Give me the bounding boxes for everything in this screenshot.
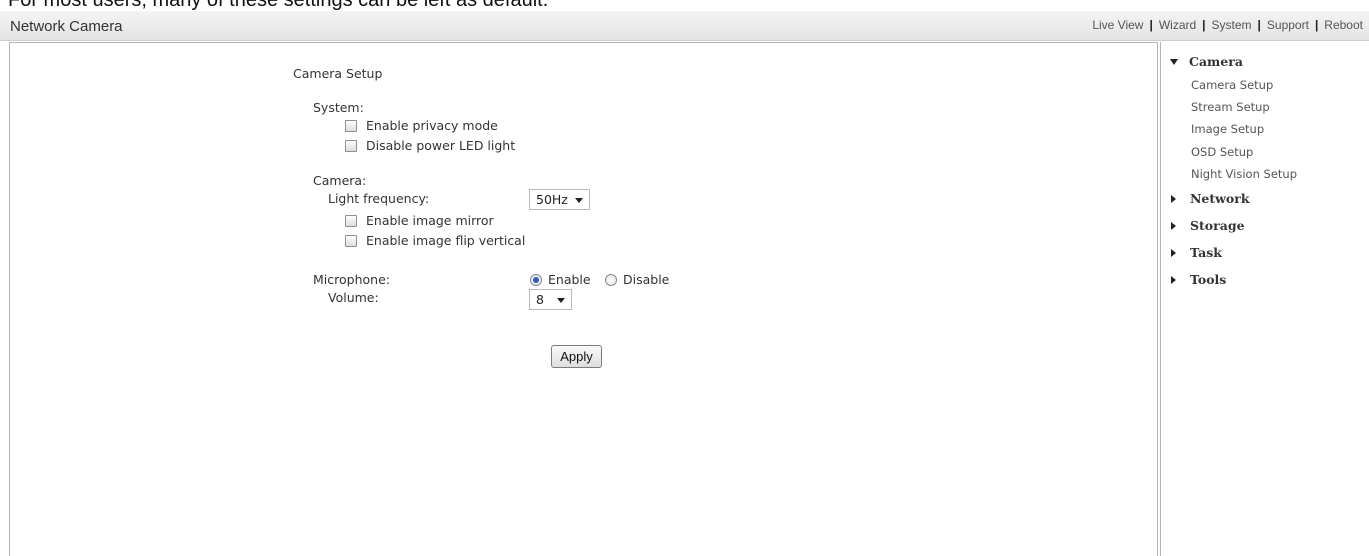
sidebar-item-stream-setup[interactable]: Stream Setup [1191,100,1270,114]
triangle-right-icon [1171,194,1176,203]
side-panel [1160,42,1369,556]
image-mirror-checkbox[interactable] [345,215,357,227]
volume-label: Volume: [328,290,379,305]
sidebar-item-storage[interactable]: Storage [1170,218,1245,233]
apply-button[interactable]: Apply [551,345,602,368]
sidebar-item-camera[interactable]: Camera [1170,54,1243,69]
sidebar-item-label: Tools [1190,272,1227,287]
triangle-down-icon [1170,58,1178,65]
sidebar-item-label: Network [1190,191,1250,206]
microphone-disable-label: Disable [623,272,670,287]
nav-separator: | [1149,18,1153,32]
volume-value: 8 [536,292,544,307]
privacy-mode-label: Enable privacy mode [366,118,498,133]
document-caption: For most users, many of these settings c… [8,0,549,11]
image-flip-label: Enable image flip vertical [366,233,526,248]
sidebar-item-task[interactable]: Task [1170,245,1222,260]
nav-separator: | [1314,18,1319,32]
nav-wizard[interactable]: Wizard [1159,18,1196,32]
volume-select[interactable]: 8 [529,289,572,310]
sidebar-item-label: Camera [1189,54,1243,69]
power-led-label: Disable power LED light [366,138,516,153]
chevron-down-icon [557,298,565,303]
page-title: Camera Setup [293,66,383,81]
sidebar-item-osd-setup[interactable]: OSD Setup [1191,145,1253,159]
nav-support[interactable]: Support [1267,18,1309,32]
sidebar-item-network[interactable]: Network [1170,191,1250,206]
sidebar-item-label: Storage [1190,218,1245,233]
image-flip-checkbox[interactable] [345,235,357,247]
triangle-right-icon [1171,275,1176,284]
app-title: Network Camera [10,18,123,35]
microphone-disable-radio[interactable] [605,274,617,286]
sidebar-item-tools[interactable]: Tools [1170,272,1226,287]
nav-separator: | [1202,18,1206,32]
triangle-right-icon [1171,248,1176,257]
chevron-down-icon [575,198,583,203]
nav-separator: | [1257,18,1261,32]
nav-live-view[interactable]: Live View [1092,18,1143,32]
power-led-checkbox[interactable] [345,140,357,152]
nav-system[interactable]: System [1212,18,1252,32]
light-frequency-label: Light frequency: [328,191,430,206]
top-bar: Network Camera Live View | Wizard | Syst… [0,11,1369,41]
triangle-right-icon [1171,221,1176,230]
system-section-label: System: [313,100,364,115]
sidebar-item-night-vision-setup[interactable]: Night Vision Setup [1191,167,1297,181]
microphone-enable-label: Enable [548,272,591,287]
sidebar-item-label: Task [1190,245,1222,260]
sidebar-item-camera-setup[interactable]: Camera Setup [1191,78,1273,92]
privacy-mode-checkbox[interactable] [345,120,357,132]
main-panel [9,42,1158,556]
camera-section-label: Camera: [313,173,367,188]
sidebar-item-image-setup[interactable]: Image Setup [1191,122,1264,136]
microphone-section-label: Microphone: [313,272,390,287]
microphone-enable-radio[interactable] [530,274,542,286]
light-frequency-value: 50Hz [536,192,568,207]
top-nav: Live View | Wizard | System | Support | … [1092,18,1363,32]
nav-reboot[interactable]: Reboot [1324,18,1363,32]
light-frequency-select[interactable]: 50Hz [529,189,590,210]
image-mirror-label: Enable image mirror [366,213,494,228]
